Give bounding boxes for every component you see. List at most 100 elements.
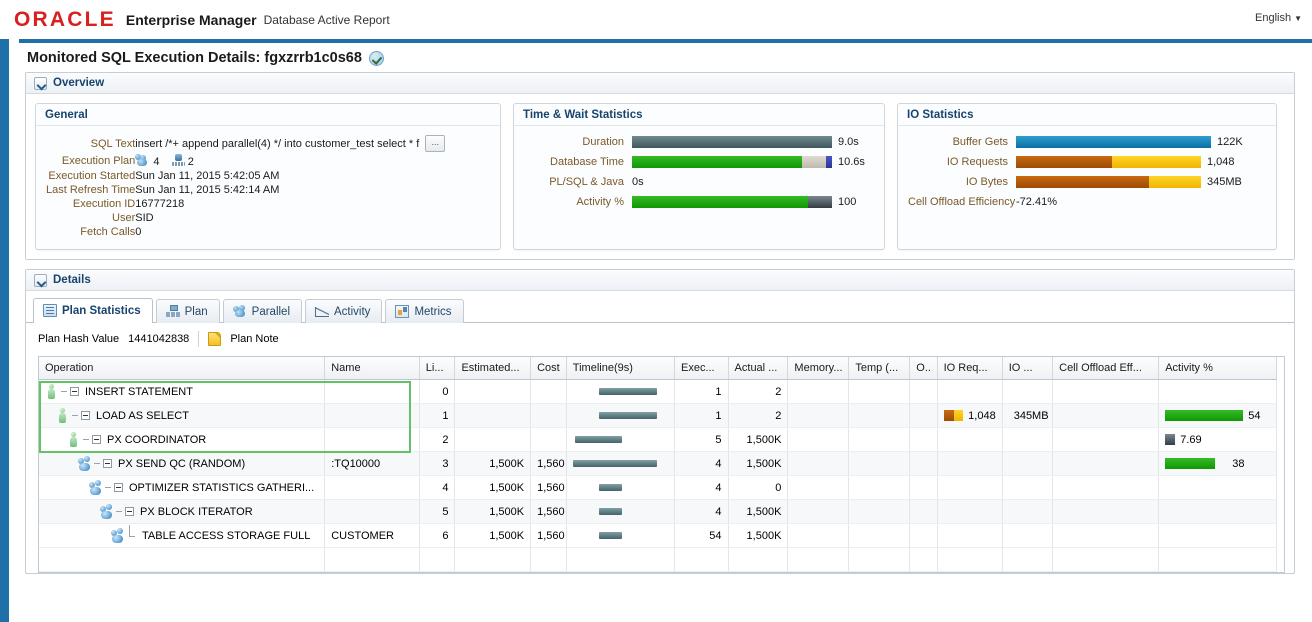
tab-plan[interactable]: Plan — [155, 299, 220, 323]
operation-label: LOAD AS SELECT — [96, 409, 189, 422]
overview-header[interactable]: Overview — [26, 73, 1294, 94]
expand-collapse-icon[interactable] — [92, 435, 101, 444]
serial-icon — [45, 384, 58, 399]
expand-collapse-icon[interactable] — [103, 459, 112, 468]
table-row[interactable]: PX SEND QC (RANDOM):TQ10000 3 1,500K 1,560 4… — [39, 451, 1277, 476]
column-header-10[interactable]: O.. — [909, 357, 938, 380]
plan-note-label[interactable]: Plan Note — [230, 333, 278, 345]
io-statistics-card: IO Statistics Buffer Gets 122K IO Requests… — [897, 103, 1277, 250]
tab-activity[interactable]: Activity — [305, 299, 383, 323]
expand-collapse-icon[interactable] — [114, 483, 123, 492]
cell-activity-percent: 54 — [1158, 403, 1277, 428]
cell-io-bytes — [1002, 475, 1054, 500]
general-value-sql-text: insert /*+ append parallel(4) */ into cu… — [135, 137, 420, 150]
cell-o — [909, 523, 938, 548]
cell-memory — [787, 475, 850, 500]
column-header-7[interactable]: Actual ... — [728, 357, 789, 380]
cell-actual-rows: 0 — [728, 475, 789, 500]
column-header-9[interactable]: Temp (... — [848, 357, 911, 380]
chevron-down-icon[interactable] — [34, 273, 47, 287]
cell-timeline — [566, 403, 675, 428]
cell-cost: 1,560 — [530, 475, 567, 500]
activity-percent-value: 7.69 — [1180, 433, 1202, 446]
cell-empty — [39, 547, 326, 572]
column-header-13[interactable]: Cell Offload Eff... — [1052, 357, 1160, 380]
cell-empty — [674, 547, 729, 572]
tree-connector — [94, 463, 100, 464]
cell-io-requests — [937, 499, 1003, 524]
column-header-4[interactable]: Cost — [530, 357, 567, 380]
time-wait-value-3: 100 — [838, 196, 857, 208]
plan-tree-icon — [165, 305, 180, 318]
column-header-3[interactable]: Estimated... — [454, 357, 532, 380]
column-header-8[interactable]: Memory... — [787, 357, 850, 380]
cell-cost: 1,560 — [530, 523, 567, 548]
cell-actual-rows: 1,500K — [728, 523, 789, 548]
cell-empty — [324, 547, 420, 572]
timeline-bar — [574, 436, 623, 443]
timeline-bar — [599, 508, 623, 515]
time-wait-row-0: Duration 9.0s — [524, 134, 874, 150]
bar-segment — [632, 196, 808, 208]
tree-connector — [72, 415, 78, 416]
cell-executions: 1 — [674, 379, 729, 404]
tab-plan-statistics[interactable]: Plan Statistics — [33, 298, 153, 323]
language-selector[interactable]: English ▼ — [1255, 12, 1302, 24]
details-label: Details — [53, 274, 91, 286]
activity-percent-value: 38 — [1232, 457, 1245, 470]
general-row-last-refresh: Last Refresh Time Sun Jan 11, 2015 5:42:… — [46, 183, 445, 197]
column-header-6[interactable]: Exec... — [674, 357, 729, 380]
column-header-5[interactable]: Timeline(9s) — [566, 357, 675, 380]
cell-line: 2 — [419, 427, 456, 452]
time-wait-value-1: 10.6s — [838, 156, 865, 168]
cell-timeline — [566, 427, 675, 452]
left-accent-bar — [0, 39, 9, 622]
page-title-text: Monitored SQL Execution Details: fgxzrrb… — [27, 50, 362, 66]
column-header-12[interactable]: IO ... — [1002, 357, 1054, 380]
plan-note-icon[interactable] — [208, 332, 222, 346]
cell-activity-percent — [1158, 379, 1277, 404]
tab-parallel[interactable]: Parallel — [222, 299, 303, 323]
cell-io-bytes — [1002, 523, 1054, 548]
cell-empty — [1158, 547, 1277, 572]
cell-name — [324, 427, 420, 452]
column-header-0[interactable]: Operation — [39, 357, 326, 380]
expand-collapse-icon[interactable] — [81, 411, 90, 420]
details-section: Details Plan Statistics Plan Parallel Ac… — [25, 269, 1295, 574]
general-label-execution-id: Execution ID — [72, 198, 136, 210]
column-header-14[interactable]: Activity % — [1158, 357, 1277, 380]
cell-operation: PX COORDINATOR — [39, 427, 326, 452]
table-row[interactable]: OPTIMIZER STATISTICS GATHERI... 4 1,500K 1,… — [39, 475, 1277, 500]
cell-offload-efficiency — [1052, 403, 1160, 428]
table-row[interactable]: TABLE ACCESS STORAGE FULL CUSTOMER 6 1,500K… — [39, 523, 1277, 548]
operation-label: PX COORDINATOR — [107, 433, 207, 446]
column-header-11[interactable]: IO Req... — [937, 357, 1003, 380]
cell-io-bytes — [1002, 451, 1054, 476]
cell-name — [324, 475, 420, 500]
parallel-icon — [232, 305, 247, 318]
cell-name: :TQ10000 — [324, 451, 420, 476]
table-row[interactable]: PX COORDINATOR 2 5 1,500K 7.69 — [39, 427, 1277, 452]
column-header-1[interactable]: Name — [324, 357, 420, 380]
overview-body: General SQL Text insert /*+ append paral… — [26, 94, 1294, 259]
expand-collapse-icon[interactable] — [70, 387, 79, 396]
details-tabs: Plan Statistics Plan Parallel Activity M… — [26, 291, 1294, 323]
expand-collapse-icon[interactable] — [125, 507, 134, 516]
cell-timeline — [566, 499, 675, 524]
cell-estimated: 1,500K — [454, 451, 532, 476]
sql-text-expand-button[interactable]: ... — [425, 135, 446, 152]
mini-bar — [1165, 434, 1176, 445]
bar-segment — [1165, 458, 1215, 469]
cell-cost: 1,560 — [530, 451, 567, 476]
cell-name — [324, 499, 420, 524]
table-row[interactable]: INSERT STATEMENT 0 1 2 — [39, 379, 1277, 404]
tab-metrics[interactable]: Metrics — [385, 299, 464, 323]
tab-metrics-label: Metrics — [414, 305, 452, 318]
general-card-title: General — [36, 104, 500, 126]
column-header-2[interactable]: Li... — [419, 357, 456, 380]
chevron-down-icon[interactable] — [34, 76, 47, 90]
table-row[interactable]: LOAD AS SELECT 1 1 2 1,048 345MB 54 — [39, 403, 1277, 428]
timeline-bar — [599, 484, 623, 491]
details-header[interactable]: Details — [26, 270, 1294, 291]
table-row[interactable]: PX BLOCK ITERATOR 5 1,500K 1,560 4 1,500K — [39, 499, 1277, 524]
